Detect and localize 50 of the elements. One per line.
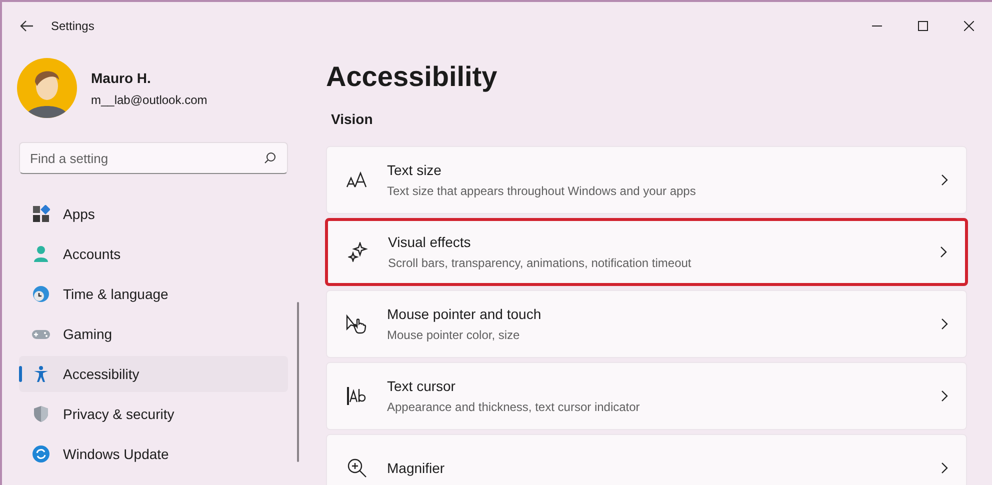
settings-card[interactable]: Text size Text size that appears throughout Windows and your apps [326, 146, 967, 214]
text-cursor-icon [346, 386, 368, 406]
pointer-hand-icon [346, 314, 368, 334]
user-name: Mauro H. [91, 68, 152, 88]
zoom-in-icon [347, 458, 367, 478]
scrollbar[interactable] [297, 302, 299, 462]
chevron-right-icon [941, 390, 948, 402]
settings-card[interactable]: Mouse pointer and touch Mouse pointer color, size [326, 290, 967, 358]
window-title: Settings [51, 18, 94, 35]
font-size-icon [346, 171, 368, 189]
page-title: Accessibility [326, 60, 498, 94]
card-title: Mouse pointer and touch [387, 305, 542, 324]
chevron-right-icon [941, 462, 948, 474]
back-arrow-icon [20, 20, 34, 32]
card-description: Mouse pointer color, size [387, 327, 521, 344]
chevron-right-icon [941, 318, 948, 330]
card-title: Text size [387, 161, 442, 180]
sidebar-item[interactable]: Accessibility [19, 356, 288, 392]
sidebar-item[interactable]: Windows Update [19, 436, 288, 472]
shield-icon [32, 405, 50, 423]
user-email: m__lab@outlook.com [91, 92, 208, 108]
card-title: Visual effects [388, 233, 472, 252]
person-icon [32, 245, 50, 263]
search-icon [264, 152, 276, 164]
chevron-right-icon [940, 246, 947, 258]
sidebar-item[interactable]: Accounts [19, 236, 288, 272]
card-description: Scroll bars, transparency, animations, notification timeout [388, 255, 692, 272]
clock-globe-icon [32, 285, 50, 303]
maximize-icon [918, 21, 928, 31]
sidebar-item[interactable]: Time & language [19, 276, 288, 312]
selection-indicator [19, 366, 22, 382]
settings-card[interactable]: Text cursor Appearance and thickness, text cursor indicator [326, 362, 967, 430]
settings-card[interactable]: Magnifier [326, 434, 967, 485]
chevron-right-icon [941, 174, 948, 186]
close-icon [964, 21, 974, 31]
settings-card[interactable]: Visual effects Scroll bars, transparency, animations, notification timeout [325, 218, 968, 286]
minimize-icon [872, 25, 882, 27]
search-field[interactable]: Find a setting [19, 142, 288, 174]
sync-icon [32, 445, 50, 463]
sparkles-icon [348, 242, 368, 262]
sidebar-item[interactable]: Gaming [19, 316, 288, 352]
card-description: Text size that appears throughout Windows and your apps [387, 183, 697, 200]
card-title: Magnifier [387, 458, 446, 478]
apps-icon [32, 205, 50, 223]
card-description: Appearance and thickness, text cursor indicator [387, 399, 641, 416]
section-heading: Vision [331, 110, 374, 129]
sidebar-item[interactable]: Privacy & security [19, 396, 288, 432]
accessibility-icon [32, 365, 50, 383]
card-title: Text cursor [387, 377, 456, 396]
sidebar-item[interactable]: Apps [19, 196, 288, 232]
